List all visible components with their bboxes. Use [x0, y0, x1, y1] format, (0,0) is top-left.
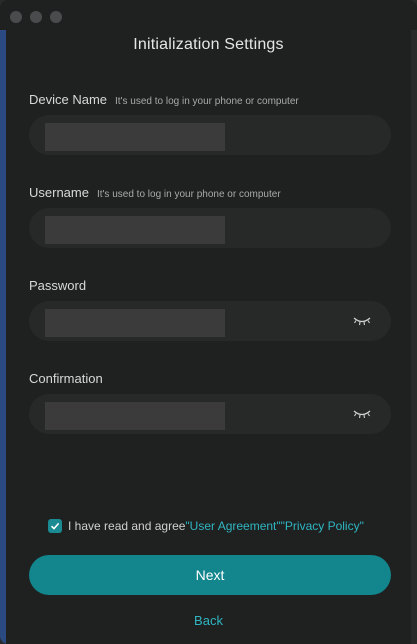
device-name-hint: It's used to log in your phone or comput… [115, 96, 299, 107]
device-name-input[interactable] [29, 115, 391, 155]
password-label: Password [29, 278, 87, 293]
password-field-group: Password [29, 278, 391, 341]
agreement-row: I have read and agree"User Agreement""Pr… [48, 519, 364, 533]
eye-closed-icon[interactable] [353, 408, 371, 420]
agreement-checkbox[interactable] [48, 519, 62, 533]
confirmation-field-group: Confirmation [29, 371, 391, 434]
privacy-policy-link[interactable]: "Privacy Policy" [281, 519, 364, 533]
page-title: Initialization Settings [133, 36, 284, 53]
username-hint: It's used to log in your phone or comput… [96, 189, 281, 200]
redacted-value [45, 309, 225, 337]
username-input[interactable] [29, 208, 391, 248]
device-name-field-group: Device Name It's used to log in your pho… [29, 92, 391, 155]
username-field-group: Username It's used to log in your phone … [29, 185, 391, 248]
window-controls [10, 11, 62, 23]
next-button[interactable]: Next [29, 555, 391, 595]
user-agreement-link[interactable]: "User Agreement" [185, 519, 280, 533]
username-label: Username [29, 185, 89, 200]
eye-closed-icon[interactable] [353, 315, 371, 327]
background-edge-right [411, 30, 417, 644]
confirmation-label: Confirmation [29, 371, 103, 386]
agreement-text: I have read and agree [68, 519, 186, 533]
redacted-value [45, 216, 225, 244]
confirmation-input[interactable] [29, 394, 391, 434]
password-input[interactable] [29, 301, 391, 341]
checkmark-icon [50, 522, 60, 530]
close-window-button[interactable] [10, 11, 22, 23]
back-link[interactable]: Back [0, 613, 417, 628]
device-name-label: Device Name [29, 92, 108, 107]
init-settings-window: Initialization Settings Device Name It's… [0, 0, 417, 644]
maximize-window-button[interactable] [50, 11, 62, 23]
redacted-value [45, 123, 225, 151]
minimize-window-button[interactable] [30, 11, 42, 23]
redacted-value [45, 402, 225, 430]
